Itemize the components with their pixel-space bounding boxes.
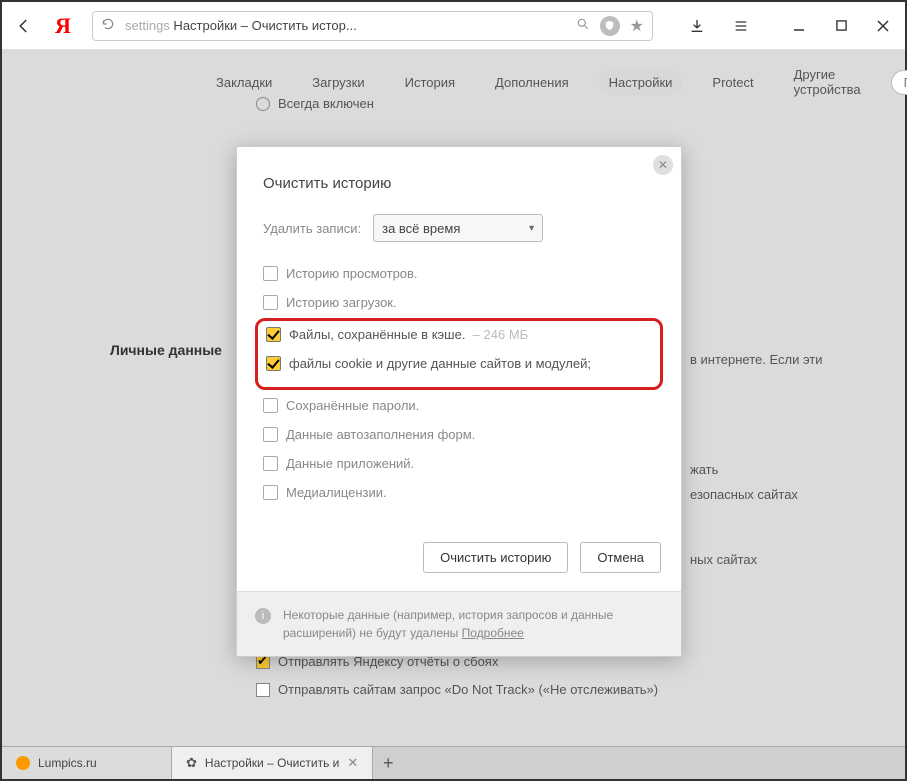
option-label: Данные автозаполнения форм.	[286, 427, 475, 442]
footer-more-link[interactable]: Подробнее	[462, 626, 524, 640]
bg-radio-row: Всегда включен	[256, 96, 374, 111]
checkbox-icon[interactable]	[263, 266, 278, 281]
option-label: Историю просмотров.	[286, 266, 418, 281]
option-label: Данные приложений.	[286, 456, 414, 471]
window-minimize-button[interactable]	[789, 16, 809, 36]
clear-history-button[interactable]: Очистить историю	[423, 542, 568, 573]
window-maximize-button[interactable]	[831, 16, 851, 36]
dialog-title: Очистить историю	[263, 175, 655, 192]
footer-text: Некоторые данные (например, история запр…	[283, 606, 663, 642]
option-download-history[interactable]: Историю загрузок.	[263, 295, 655, 310]
bookmark-star-icon[interactable]: ★	[630, 16, 644, 36]
option-label: файлы cookie и другие данные сайтов и мо…	[289, 356, 591, 371]
browser-tabbar: Lumpics.ru ✿ Настройки – Очистить и ✕ +	[2, 746, 905, 779]
menu-icon[interactable]	[731, 16, 751, 36]
checkbox-icon[interactable]	[263, 485, 278, 500]
option-label: Историю загрузок.	[286, 295, 397, 310]
bg-text-fragment: ных сайтах	[690, 552, 757, 567]
chevron-down-icon: ▾	[529, 223, 534, 234]
favicon-icon	[16, 756, 30, 770]
nav-tab[interactable]: История	[395, 70, 465, 95]
checkbox-icon[interactable]	[263, 295, 278, 310]
bg-text-fragment: жать	[690, 462, 718, 477]
option-saved-passwords[interactable]: Сохранённые пароли.	[263, 398, 655, 413]
bg-radio-label: Всегда включен	[278, 96, 374, 111]
browser-toolbar: Я settings Настройки – Очистить истор...…	[2, 2, 905, 50]
nav-tab[interactable]: Protect	[702, 70, 763, 95]
option-app-data[interactable]: Данные приложений.	[263, 456, 655, 471]
tab-title: Настройки – Очистить и	[205, 756, 339, 770]
bg-check-label: Отправлять сайтам запрос «Do Not Track» …	[278, 682, 658, 697]
tab-title: Lumpics.ru	[38, 756, 97, 770]
checkbox-icon[interactable]	[263, 427, 278, 442]
info-icon: i	[255, 608, 271, 624]
checkbox-icon[interactable]	[266, 356, 281, 371]
option-autofill-data[interactable]: Данные автозаполнения форм.	[263, 427, 655, 442]
nav-search[interactable]: Пои	[891, 70, 907, 95]
nav-tab[interactable]: Дополнения	[485, 70, 579, 95]
time-range-label: Удалить записи:	[263, 221, 361, 236]
search-icon[interactable]	[576, 17, 590, 34]
clear-history-dialog: ✕ Очистить историю Удалить записи: за вс…	[236, 146, 682, 657]
option-media-licenses[interactable]: Медиалицензии.	[263, 485, 655, 500]
browser-tab-active[interactable]: ✿ Настройки – Очистить и ✕	[172, 747, 373, 779]
dialog-close-button[interactable]: ✕	[653, 155, 673, 175]
browser-tab[interactable]: Lumpics.ru	[2, 747, 172, 779]
option-label: Файлы, сохранённые в кэше. – 246 МБ	[289, 327, 528, 342]
cancel-button[interactable]: Отмена	[580, 542, 661, 573]
bg-text-fragment: в интернете. Если эти	[690, 352, 823, 367]
gear-icon: ✿	[186, 755, 197, 771]
bg-text-fragment: езопасных сайтах	[690, 487, 798, 502]
section-heading: Личные данные	[110, 342, 222, 358]
option-browsing-history[interactable]: Историю просмотров.	[263, 266, 655, 281]
shield-icon[interactable]	[600, 16, 620, 36]
radio-icon[interactable]	[256, 97, 270, 111]
new-tab-button[interactable]: +	[373, 747, 403, 779]
nav-tab[interactable]: Загрузки	[302, 70, 374, 95]
option-cached-files[interactable]: Файлы, сохранённые в кэше. – 246 МБ	[266, 327, 652, 342]
tab-close-icon[interactable]: ✕	[347, 755, 358, 771]
nav-tab[interactable]: Закладки	[206, 70, 282, 95]
option-label: Медиалицензии.	[286, 485, 387, 500]
checkbox-icon[interactable]	[263, 398, 278, 413]
checkbox-icon[interactable]	[266, 327, 281, 342]
nav-tab-active[interactable]: Настройки	[599, 70, 683, 95]
bg-checkbox-row[interactable]: Отправлять сайтам запрос «Do Not Track» …	[256, 682, 658, 697]
time-range-select[interactable]: за всё время ▾	[373, 214, 543, 242]
checkbox-icon[interactable]	[256, 683, 270, 697]
window-close-button[interactable]	[873, 16, 893, 36]
option-cookies[interactable]: файлы cookie и другие данные сайтов и мо…	[266, 356, 652, 371]
back-button[interactable]	[14, 16, 34, 36]
url-text: settings Настройки – Очистить истор...	[125, 18, 566, 33]
address-bar[interactable]: settings Настройки – Очистить истор... ★	[92, 11, 653, 41]
reload-icon[interactable]	[101, 17, 115, 34]
select-value: за всё время	[382, 221, 460, 236]
nav-tab[interactable]: Другие устройства	[784, 62, 871, 102]
option-label: Сохранённые пароли.	[286, 398, 419, 413]
yandex-logo[interactable]: Я	[52, 13, 74, 39]
checkbox-icon[interactable]	[263, 456, 278, 471]
highlight-annotation: Файлы, сохранённые в кэше. – 246 МБ файл…	[255, 318, 663, 390]
downloads-icon[interactable]	[687, 16, 707, 36]
toolbar-right	[687, 16, 893, 36]
dialog-footer: i Некоторые данные (например, история за…	[237, 591, 681, 656]
